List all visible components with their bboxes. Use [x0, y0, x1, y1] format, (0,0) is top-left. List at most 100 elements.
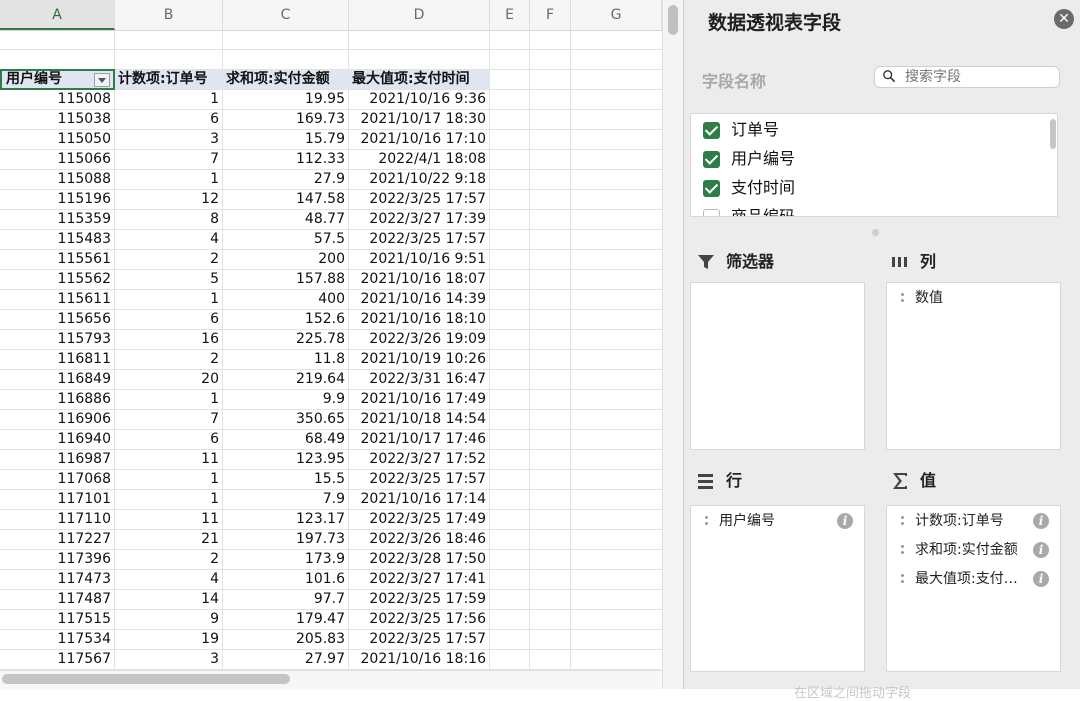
cell-grid[interactable]: 用户编号 计数项:订单号 求和项:实付金额 最大值项:支付时间 115008 1 19.95…	[0, 30, 662, 670]
table-cell[interactable]: 5	[115, 270, 223, 289]
table-cell[interactable]: 2021/10/16 18:16	[349, 650, 490, 669]
table-cell[interactable]: 11.8	[223, 350, 349, 369]
table-cell[interactable]: 3	[115, 130, 223, 149]
table-cell[interactable]: 117487	[0, 590, 115, 609]
table-cell[interactable]: 219.64	[223, 370, 349, 389]
table-cell[interactable]: 115656	[0, 310, 115, 329]
table-cell[interactable]: 16	[115, 330, 223, 349]
vertical-scroll-thumb[interactable]	[668, 5, 678, 35]
table-row[interactable]: 116849 20 219.64 2022/3/31 16:47	[0, 370, 662, 390]
table-row[interactable]: 115050 3 15.79 2021/10/16 17:10	[0, 130, 662, 150]
table-cell[interactable]: 1	[115, 290, 223, 309]
table-cell[interactable]: 2022/3/25 17:56	[349, 610, 490, 629]
column-header-b[interactable]: B	[115, 0, 223, 30]
info-icon[interactable]: i	[1033, 513, 1049, 529]
table-cell[interactable]: 112.33	[223, 150, 349, 169]
column-header-a[interactable]: A	[0, 0, 115, 30]
table-cell[interactable]: 2	[115, 350, 223, 369]
spreadsheet[interactable]: ABCDEFG 用户编号 计数项:订单号 求和项:实付金额 最大值项:支付时间 1150…	[0, 0, 662, 689]
field-checkbox[interactable]	[703, 151, 720, 168]
table-cell[interactable]: 7	[115, 410, 223, 429]
table-cell[interactable]: 2022/3/27 17:39	[349, 210, 490, 229]
table-row[interactable]: 117110 11 123.17 2022/3/25 17:49	[0, 510, 662, 530]
table-cell[interactable]: 115038	[0, 110, 115, 129]
column-header-c[interactable]: C	[223, 0, 349, 30]
table-cell[interactable]: 197.73	[223, 530, 349, 549]
pivot-header-row[interactable]: 用户编号 计数项:订单号 求和项:实付金额 最大值项:支付时间	[0, 69, 662, 90]
table-cell[interactable]: 2021/10/17 17:46	[349, 430, 490, 449]
values-field-chip[interactable]: 计数项:订单号 i	[901, 511, 1051, 531]
table-cell[interactable]: 117473	[0, 570, 115, 589]
table-cell[interactable]: 2022/3/28 17:50	[349, 550, 490, 569]
table-cell[interactable]: 117068	[0, 470, 115, 489]
filters-drop-zone[interactable]	[690, 282, 865, 450]
table-cell[interactable]: 116906	[0, 410, 115, 429]
table-cell[interactable]: 116811	[0, 350, 115, 369]
table-row[interactable]: 117473 4 101.6 2022/3/27 17:41	[0, 570, 662, 590]
table-row[interactable]: 116906 7 350.65 2021/10/18 14:54	[0, 410, 662, 430]
table-cell[interactable]: 123.95	[223, 450, 349, 469]
table-cell[interactable]: 2021/10/16 9:51	[349, 250, 490, 269]
search-box[interactable]	[874, 66, 1060, 88]
table-cell[interactable]: 115793	[0, 330, 115, 349]
empty-row[interactable]	[0, 50, 662, 70]
field-checkbox[interactable]	[703, 180, 720, 197]
table-row[interactable]: 115561 2 200 2021/10/16 9:51	[0, 250, 662, 270]
table-cell[interactable]: 179.47	[223, 610, 349, 629]
splitter-handle[interactable]	[872, 229, 879, 236]
table-row[interactable]: 115008 1 19.95 2021/10/16 9:36	[0, 90, 662, 110]
table-cell[interactable]: 173.9	[223, 550, 349, 569]
table-cell[interactable]: 152.6	[223, 310, 349, 329]
columns-field-chip[interactable]: 数值	[901, 288, 1051, 308]
table-cell[interactable]: 1	[115, 170, 223, 189]
table-cell[interactable]: 2022/3/27 17:52	[349, 450, 490, 469]
table-row[interactable]: 115038 6 169.73 2021/10/17 18:30	[0, 110, 662, 130]
table-row[interactable]: 117227 21 197.73 2022/3/26 18:46	[0, 530, 662, 550]
table-row[interactable]: 117487 14 97.7 2022/3/25 17:59	[0, 590, 662, 610]
rows-field-chip[interactable]: 用户编号 i	[705, 511, 855, 531]
table-cell[interactable]: 9	[115, 610, 223, 629]
table-cell[interactable]: 1	[115, 90, 223, 109]
table-row[interactable]: 117068 1 15.5 2022/3/25 17:57	[0, 470, 662, 490]
table-cell[interactable]: 2021/10/16 17:10	[349, 130, 490, 149]
field-checkbox[interactable]	[703, 122, 720, 139]
table-cell[interactable]: 2021/10/19 10:26	[349, 350, 490, 369]
table-row[interactable]: 117534 19 205.83 2022/3/25 17:57	[0, 630, 662, 650]
table-cell[interactable]: 115562	[0, 270, 115, 289]
values-field-chip[interactable]: 最大值项:支付… i	[901, 569, 1051, 589]
horizontal-scroll-thumb[interactable]	[2, 674, 290, 684]
table-cell[interactable]: 2021/10/17 18:30	[349, 110, 490, 129]
table-cell[interactable]: 115088	[0, 170, 115, 189]
table-row[interactable]: 117567 3 27.97 2021/10/16 18:16	[0, 650, 662, 670]
table-cell[interactable]: 2021/10/16 14:39	[349, 290, 490, 309]
table-cell[interactable]: 117227	[0, 530, 115, 549]
table-row[interactable]: 116940 6 68.49 2021/10/17 17:46	[0, 430, 662, 450]
table-row[interactable]: 115359 8 48.77 2022/3/27 17:39	[0, 210, 662, 230]
table-cell[interactable]: 2021/10/16 9:36	[349, 90, 490, 109]
table-cell[interactable]: 205.83	[223, 630, 349, 649]
table-cell[interactable]: 2022/3/26 19:09	[349, 330, 490, 349]
table-cell[interactable]: 2021/10/16 18:07	[349, 270, 490, 289]
column-header-d[interactable]: D	[349, 0, 490, 30]
table-row[interactable]: 115656 6 152.6 2021/10/16 18:10	[0, 310, 662, 330]
table-cell[interactable]: 147.58	[223, 190, 349, 209]
table-row[interactable]: 115196 12 147.58 2022/3/25 17:57	[0, 190, 662, 210]
table-cell[interactable]: 15.5	[223, 470, 349, 489]
table-cell[interactable]: 115359	[0, 210, 115, 229]
table-cell[interactable]: 157.88	[223, 270, 349, 289]
table-row[interactable]: 115088 1 27.9 2021/10/22 9:18	[0, 170, 662, 190]
table-cell[interactable]: 1	[115, 390, 223, 409]
table-cell[interactable]: 116849	[0, 370, 115, 389]
table-cell[interactable]: 11	[115, 510, 223, 529]
table-cell[interactable]: 4	[115, 570, 223, 589]
values-drop-zone[interactable]: 计数项:订单号 i 求和项:实付金额 i 最大值项:支付… i	[886, 505, 1061, 672]
table-cell[interactable]: 4	[115, 230, 223, 249]
table-cell[interactable]: 2022/3/25 17:57	[349, 630, 490, 649]
table-cell[interactable]: 350.65	[223, 410, 349, 429]
table-cell[interactable]: 101.6	[223, 570, 349, 589]
table-cell[interactable]: 8	[115, 210, 223, 229]
empty-row[interactable]	[0, 30, 662, 50]
column-header-f[interactable]: F	[530, 0, 571, 30]
table-cell[interactable]: 115050	[0, 130, 115, 149]
table-cell[interactable]: 7	[115, 150, 223, 169]
